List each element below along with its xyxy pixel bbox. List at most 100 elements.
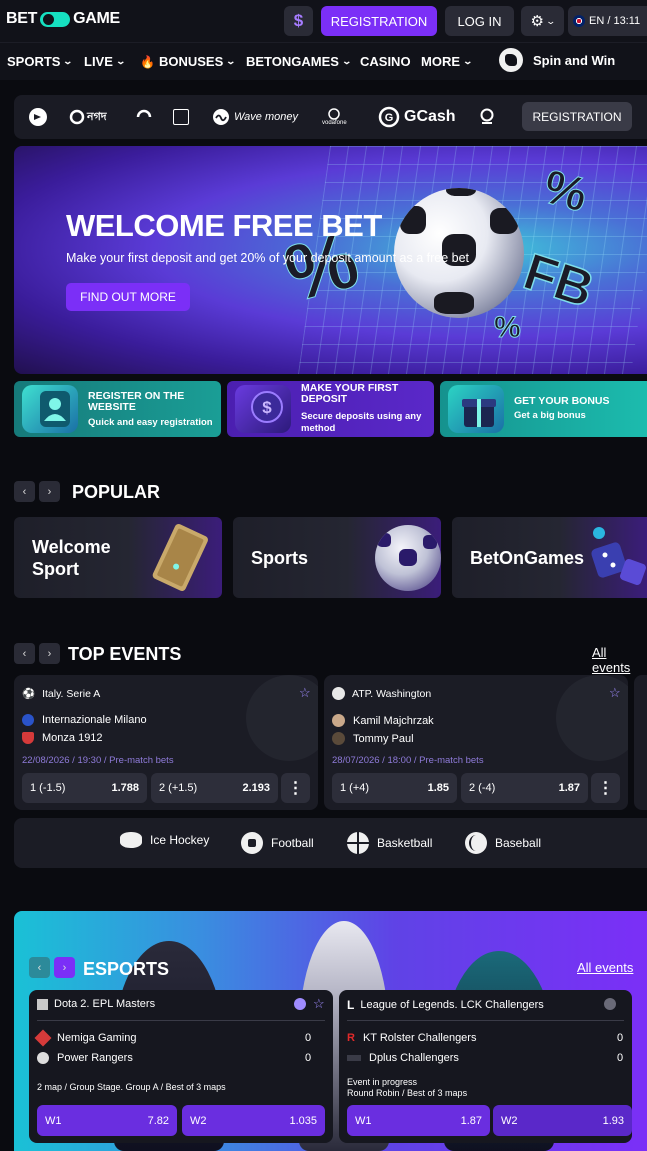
league-name: Italy. Serie A xyxy=(42,687,101,700)
prev-arrow-icon[interactable]: ‹ xyxy=(14,481,35,502)
top-events-all-link[interactable]: All events xyxy=(592,645,647,675)
login-button[interactable]: LOG IN xyxy=(445,6,514,36)
nav-label: LIVE xyxy=(84,54,113,69)
esports-team-home: R KT Rolster Challengers xyxy=(347,1032,476,1044)
team-name: Power Rangers xyxy=(57,1052,133,1064)
chevron-down-icon: ⌄ xyxy=(341,56,352,66)
tab-basketball[interactable]: Basketball xyxy=(347,832,432,854)
nav-bonuses[interactable]: 🔥 BONUSES ⌄ xyxy=(140,54,236,69)
top-events-carousel-arrows: ‹ › xyxy=(14,643,60,664)
more-markets-button[interactable]: ⋮ xyxy=(591,773,620,803)
favorite-star-icon[interactable]: ☆ xyxy=(299,685,311,701)
favorite-star-icon[interactable]: ☆ xyxy=(609,685,621,701)
hero-title: WELCOME FREE BET xyxy=(66,208,382,243)
hero-banner[interactable]: % % % FB WELCOME FREE BET Make your firs… xyxy=(14,146,647,374)
wallet-logo-icon xyxy=(478,106,496,128)
step-deposit[interactable]: $ MAKE YOUR FIRST DEPOSIT Secure deposit… xyxy=(227,381,434,437)
team-logo-icon xyxy=(34,1029,52,1047)
nav-label: BONUSES xyxy=(158,54,224,69)
odd-button[interactable]: 2 (-4) 1.87 xyxy=(461,773,588,803)
dice-icon xyxy=(591,527,646,585)
esports-odd-button[interactable]: W2 1.93 xyxy=(493,1105,632,1136)
soccer-ball-icon: ⚽ xyxy=(22,688,36,700)
tab-baseball[interactable]: Baseball xyxy=(465,832,541,854)
dota-logo-icon xyxy=(37,998,48,1010)
esports-all-link[interactable]: All events xyxy=(577,960,633,975)
team-name: Internazionale Milano xyxy=(42,714,147,726)
odd-value: 1.93 xyxy=(602,1114,624,1127)
main-nav: SPORTS ⌄ LIVE ⌄ 🔥 BONUSES ⌄ BETONGAMES ⌄ CASI… xyxy=(0,42,647,80)
live-play-icon[interactable] xyxy=(294,998,306,1010)
odd-button[interactable]: 1 (-1.5) 1.788 xyxy=(22,773,147,803)
nav-betongames[interactable]: BETONGAMES ⌄ xyxy=(246,54,352,69)
nav-label: SPORTS xyxy=(7,54,61,69)
language-time-selector[interactable]: EN / 13:11 xyxy=(568,6,647,36)
payment-strip-registration-button[interactable]: REGISTRATION xyxy=(522,102,632,131)
event-card[interactable]: ATP. Washington ☆ Kamil Majchrzak Tommy … xyxy=(324,675,628,810)
card-label: Sports xyxy=(251,548,309,568)
nav-label: MORE xyxy=(421,54,460,69)
esports-odd-button[interactable]: W1 1.87 xyxy=(347,1105,490,1136)
spin-label: Spin and Win xyxy=(533,52,616,68)
step-subtitle: Get a big bonus xyxy=(514,410,586,421)
event-team-home: Kamil Majchrzak xyxy=(332,714,434,727)
spin-and-win-link[interactable]: Spin and Win xyxy=(499,48,615,72)
prev-arrow-icon[interactable]: ‹ xyxy=(14,643,35,664)
event-team-away: Monza 1912 xyxy=(22,732,103,744)
uk-flag-icon xyxy=(573,15,585,27)
odd-value: 1.035 xyxy=(289,1114,317,1127)
prev-arrow-icon[interactable]: ‹ xyxy=(29,957,50,978)
event-card[interactable]: ⚽ Italy. Serie A ☆ Internazionale Milano… xyxy=(14,675,318,810)
popular-card-sports[interactable]: Sports xyxy=(233,517,441,598)
nav-casino[interactable]: CASINO xyxy=(360,54,411,69)
step-bonus[interactable]: GET YOUR BONUS Get a big bonus xyxy=(440,381,647,437)
percent-decoration: % xyxy=(494,311,522,345)
esports-team-away: Power Rangers xyxy=(37,1052,133,1064)
nav-live[interactable]: LIVE ⌄ xyxy=(84,54,126,69)
odd-button[interactable]: 1 (+4) 1.85 xyxy=(332,773,457,803)
esports-odd-button[interactable]: W2 1.035 xyxy=(182,1105,325,1136)
tab-ice-hockey[interactable]: Ice Hockey xyxy=(120,832,209,848)
next-arrow-icon[interactable]: › xyxy=(54,957,75,978)
next-arrow-icon[interactable]: › xyxy=(39,481,60,502)
baseball-icon xyxy=(465,832,487,854)
settings-button[interactable]: ⚙ ⌄ xyxy=(521,6,564,36)
odd-button[interactable]: 2 (+1.5) 2.193 xyxy=(151,773,278,803)
registration-button[interactable]: REGISTRATION xyxy=(321,6,437,36)
esports-league: L League of Legends. LCK Challengers xyxy=(347,998,544,1012)
deposit-button[interactable]: $ xyxy=(284,6,313,36)
esports-odd-button[interactable]: W1 7.82 xyxy=(37,1105,177,1136)
event-meta: 22/08/2026 / 19:30 / Pre-match bets xyxy=(22,755,174,766)
event-card-partial[interactable] xyxy=(634,675,647,810)
nav-label: BETONGAMES xyxy=(246,54,339,69)
match-info: Round Robin / Best of 3 maps xyxy=(347,1088,468,1098)
find-out-more-button[interactable]: FIND OUT MORE xyxy=(66,283,190,311)
site-logo[interactable]: BET GAME xyxy=(6,10,120,28)
payment-logo-icon xyxy=(28,106,48,128)
tab-football[interactable]: Football xyxy=(241,832,314,854)
mobile-wallet-logo-icon xyxy=(134,106,154,128)
user-profile-icon xyxy=(22,385,78,433)
odd-value: 1.85 xyxy=(427,782,449,794)
gear-icon: ⚙ xyxy=(530,13,544,30)
more-markets-button[interactable]: ⋮ xyxy=(281,773,310,803)
top-header: BET GAME $ REGISTRATION LOG IN ⚙ ⌄ EN / … xyxy=(0,0,647,42)
monza-logo-icon xyxy=(22,732,34,744)
favorite-star-icon[interactable]: ☆ xyxy=(313,996,325,1012)
step-title: GET YOUR BONUS xyxy=(514,395,610,407)
odd-value: 1.87 xyxy=(558,782,580,794)
dplus-logo-icon xyxy=(347,1055,361,1061)
team-score: 0 xyxy=(305,1032,312,1044)
next-arrow-icon[interactable]: › xyxy=(39,643,60,664)
popular-card-betongames[interactable]: BetOnGames xyxy=(452,517,647,598)
step-register[interactable]: REGISTER ON THE WEBSITE Quick and easy r… xyxy=(14,381,221,437)
gift-box-icon xyxy=(448,385,504,433)
odd-label: 2 (+1.5) xyxy=(159,782,198,794)
gcash-text: GCash xyxy=(404,108,456,125)
tab-label: Ice Hockey xyxy=(150,833,210,847)
live-play-icon[interactable] xyxy=(604,998,616,1010)
nav-more[interactable]: MORE ⌄ xyxy=(421,54,473,69)
odd-value: 1.788 xyxy=(111,782,139,794)
popular-card-welcome-sport[interactable]: Welcome Sport xyxy=(14,517,222,598)
nav-sports[interactable]: SPORTS ⌄ xyxy=(7,54,74,69)
